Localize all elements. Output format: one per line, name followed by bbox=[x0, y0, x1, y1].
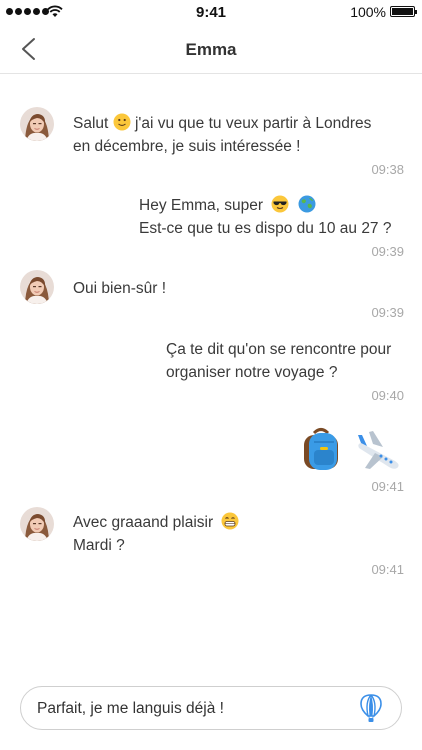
message-line: j'ai vu que tu veux partir à Londres bbox=[134, 115, 372, 132]
battery-icon bbox=[390, 6, 417, 17]
message-line: Avec graaand plaisir bbox=[73, 514, 214, 531]
message-timestamp: 09:38 bbox=[371, 162, 404, 177]
hot-air-balloon-send-icon[interactable] bbox=[359, 694, 383, 724]
message-timestamp: 09:41 bbox=[371, 479, 404, 494]
message-timestamp: 09:41 bbox=[371, 562, 404, 577]
slightly-smiling-face-icon bbox=[113, 113, 131, 131]
avatar[interactable] bbox=[20, 507, 54, 541]
message-line: Salut bbox=[73, 115, 109, 132]
message-composer bbox=[20, 686, 402, 730]
message-line: Oui bien-sûr ! bbox=[73, 280, 167, 297]
message-text: Hey Emma, super Est-ce que tu es dispo d… bbox=[139, 194, 391, 240]
message-timestamp: 09:39 bbox=[371, 244, 404, 259]
avatar[interactable] bbox=[20, 270, 54, 304]
battery-percentage: 100% bbox=[350, 4, 386, 20]
status-bar: 9:41 100% bbox=[0, 0, 422, 24]
grinning-face-icon bbox=[221, 512, 239, 530]
airplane-icon bbox=[358, 431, 399, 469]
message-line: Hey Emma, super bbox=[139, 197, 264, 214]
message-line: Ça te dit qu'on se rencontre pour bbox=[166, 341, 392, 358]
chat-header: Emma bbox=[0, 24, 422, 74]
message-line: Mardi ? bbox=[73, 537, 125, 554]
message-text: Salut j'ai vu que tu veux partir à Londr… bbox=[73, 112, 371, 158]
message-line: organiser notre voyage ? bbox=[166, 364, 338, 381]
contact-name: Emma bbox=[185, 40, 237, 59]
globe-icon bbox=[298, 195, 316, 213]
sunglasses-face-icon bbox=[271, 195, 289, 213]
message-input[interactable] bbox=[37, 697, 347, 721]
message-text: Oui bien-sûr ! bbox=[73, 277, 166, 300]
avatar[interactable] bbox=[20, 107, 54, 141]
message-timestamp: 09:40 bbox=[371, 388, 404, 403]
message-text: Avec graaand plaisir Mardi ? bbox=[73, 511, 239, 557]
message-line: Est-ce que tu es dispo du 10 au 27 ? bbox=[139, 220, 392, 237]
message-line: en décembre, je suis intéressée ! bbox=[73, 138, 301, 155]
message-text: Ça te dit qu'on se rencontre pour organi… bbox=[166, 338, 391, 384]
message-timestamp: 09:39 bbox=[371, 305, 404, 320]
backpack-icon bbox=[304, 428, 338, 470]
